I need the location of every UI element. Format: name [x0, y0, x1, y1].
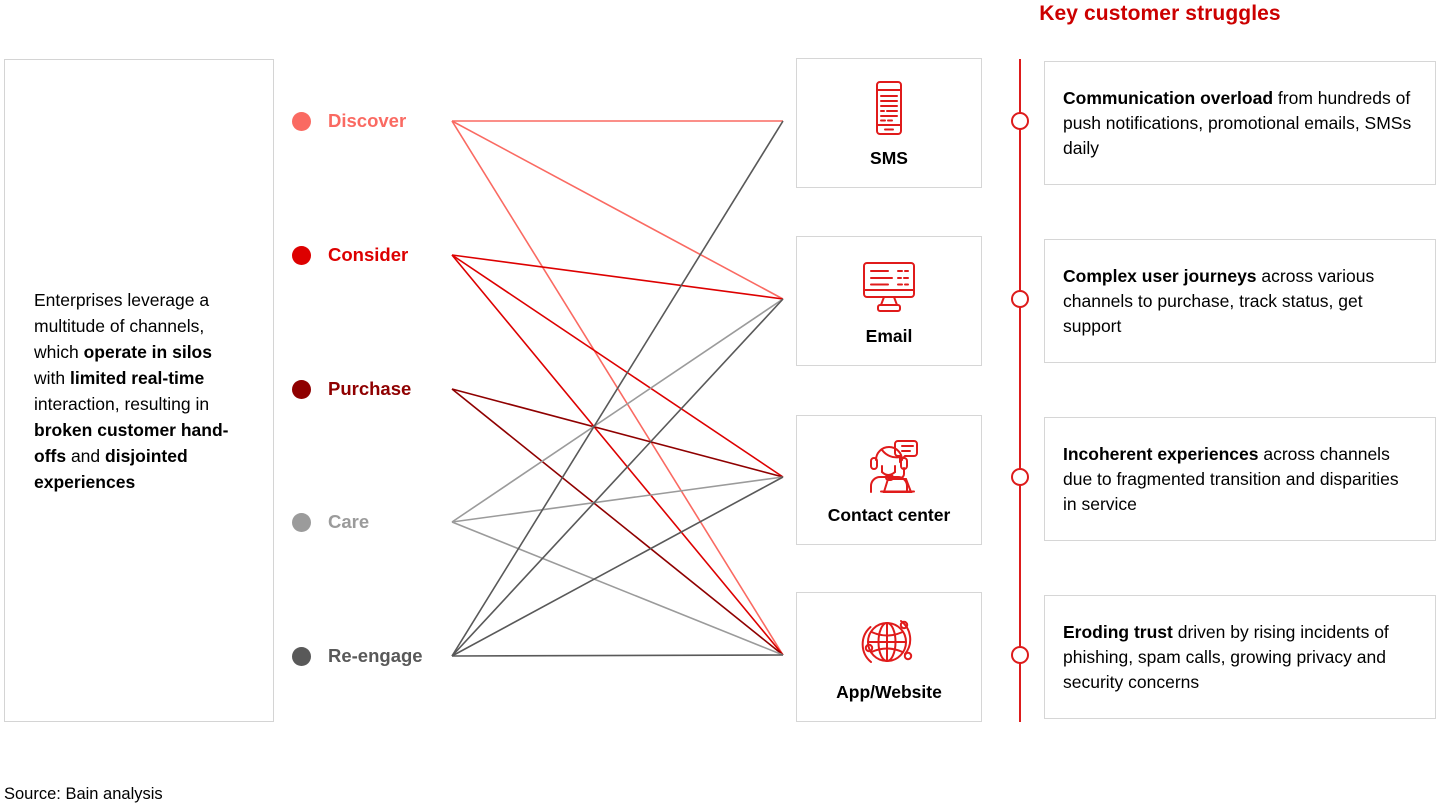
struggle-card[interactable]: Eroding trust driven by rising incidents…: [1044, 595, 1436, 719]
struggles.2.segments-segment: Incoherent experiences: [1063, 443, 1259, 464]
stage-label: Care: [328, 511, 370, 532]
source-note: Source: Bain analysis: [4, 785, 163, 803]
stage-dot-icon: [292, 111, 311, 131]
struggle-text: Eroding trust driven by rising incidents…: [1045, 620, 1435, 695]
stage-item-consider[interactable]: Consider: [292, 242, 408, 268]
timeline-marker-icon: [1011, 468, 1029, 486]
intro-panel: Enterprises leverage a multitude of chan…: [4, 59, 274, 722]
intro-text: Enterprises leverage a multitude of chan…: [5, 287, 273, 495]
channel-card-app-website[interactable]: App/Website: [796, 592, 982, 722]
channel-label: SMS: [870, 148, 908, 168]
stage-item-purchase[interactable]: Purchase: [292, 376, 411, 402]
intro.segments-segment: interaction, resulting in: [34, 393, 210, 414]
connector-line: [451, 120, 784, 300]
struggle-card[interactable]: Complex user journeys across various cha…: [1044, 239, 1436, 363]
timeline-axis: [1019, 59, 1021, 722]
intro.segments-segment: limited real-time: [69, 367, 205, 388]
struggles.3.segments-segment: Eroding trust: [1063, 621, 1173, 642]
connector-line: [451, 388, 784, 656]
connector-line: [451, 388, 784, 478]
stage-label: Consider: [328, 244, 409, 265]
timeline-marker-icon: [1011, 112, 1029, 130]
stage-label: Re-engage: [328, 645, 423, 666]
connector-line: [451, 476, 784, 523]
channel-label: Email: [865, 326, 913, 346]
channel-card-sms[interactable]: SMS: [796, 58, 982, 188]
intro.segments-segment: and: [66, 445, 106, 466]
desktop-email-icon: [858, 255, 920, 317]
connector-line: [451, 298, 784, 657]
struggle-text: Complex user journeys across various cha…: [1045, 264, 1435, 339]
struggle-text: Incoherent experiences across channels d…: [1045, 442, 1435, 517]
headset-agent-icon: [858, 434, 920, 496]
stage-dot-icon: [292, 379, 311, 399]
stage-label: Purchase: [328, 378, 412, 399]
intro.segments-segment: with: [34, 367, 70, 388]
intro.segments-segment: operate in silos: [83, 341, 212, 362]
stage-item-care[interactable]: Care: [292, 509, 369, 535]
channel-card-email[interactable]: Email: [796, 236, 982, 366]
connector-line: [451, 654, 784, 657]
stage-dot-icon: [292, 646, 311, 666]
connector-line: [451, 298, 784, 523]
globe-network-icon: [858, 611, 920, 673]
channel-card-contact-center[interactable]: Contact center: [796, 415, 982, 545]
phone-sms-icon: [858, 77, 920, 139]
struggles.0.segments-segment: Communication overload: [1063, 87, 1274, 108]
timeline-marker-icon: [1011, 290, 1029, 308]
connector-line: [451, 254, 784, 656]
stage-item-re-engage[interactable]: Re-engage: [292, 643, 423, 669]
timeline-marker-icon: [1011, 646, 1029, 664]
connector-line: [451, 254, 784, 300]
page-title: Key customer struggles: [1039, 2, 1281, 25]
struggle-card[interactable]: Incoherent experiences across channels d…: [1044, 417, 1436, 541]
stage-dot-icon: [292, 245, 311, 265]
struggle-text: Communication overload from hundreds of …: [1045, 86, 1435, 161]
struggles.1.segments-segment: Complex user journeys: [1063, 265, 1257, 286]
connector-line: [451, 120, 784, 656]
stage-label: Discover: [328, 110, 407, 131]
connector-line: [451, 476, 784, 657]
stage-dot-icon: [292, 512, 311, 532]
struggle-card[interactable]: Communication overload from hundreds of …: [1044, 61, 1436, 185]
stage-item-discover[interactable]: Discover: [292, 108, 406, 134]
connector-line: [451, 120, 784, 657]
connector-line: [451, 254, 784, 478]
connector-line: [451, 521, 784, 656]
channel-label: Contact center: [827, 505, 951, 525]
channel-label: App/Website: [836, 682, 942, 702]
